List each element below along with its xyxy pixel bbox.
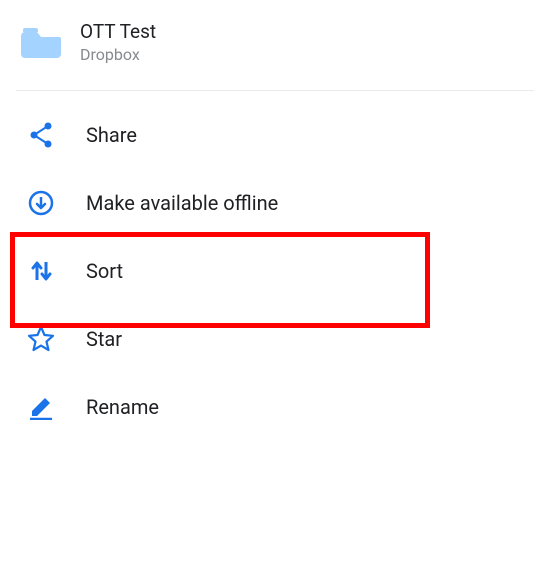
folder-icon [20,25,62,59]
context-header: OTT Test Dropbox [0,0,550,90]
menu-sort[interactable]: Sort [0,237,550,305]
menu-star[interactable]: Star [0,305,550,373]
download-circle-icon [26,189,56,217]
menu-label: Share [86,123,137,147]
menu-rename[interactable]: Rename [0,373,550,441]
menu-share[interactable]: Share [0,101,550,169]
star-icon [26,325,56,353]
folder-location: Dropbox [80,45,156,64]
menu-label: Rename [86,395,159,419]
menu-label: Star [86,327,122,351]
folder-title: OTT Test [80,20,156,43]
pencil-icon [26,393,56,421]
share-icon [26,121,56,149]
menu-label: Sort [86,259,123,283]
menu-make-available-offline[interactable]: Make available offline [0,169,550,237]
menu-label: Make available offline [86,191,278,215]
divider [16,90,534,91]
sort-icon [26,257,56,285]
